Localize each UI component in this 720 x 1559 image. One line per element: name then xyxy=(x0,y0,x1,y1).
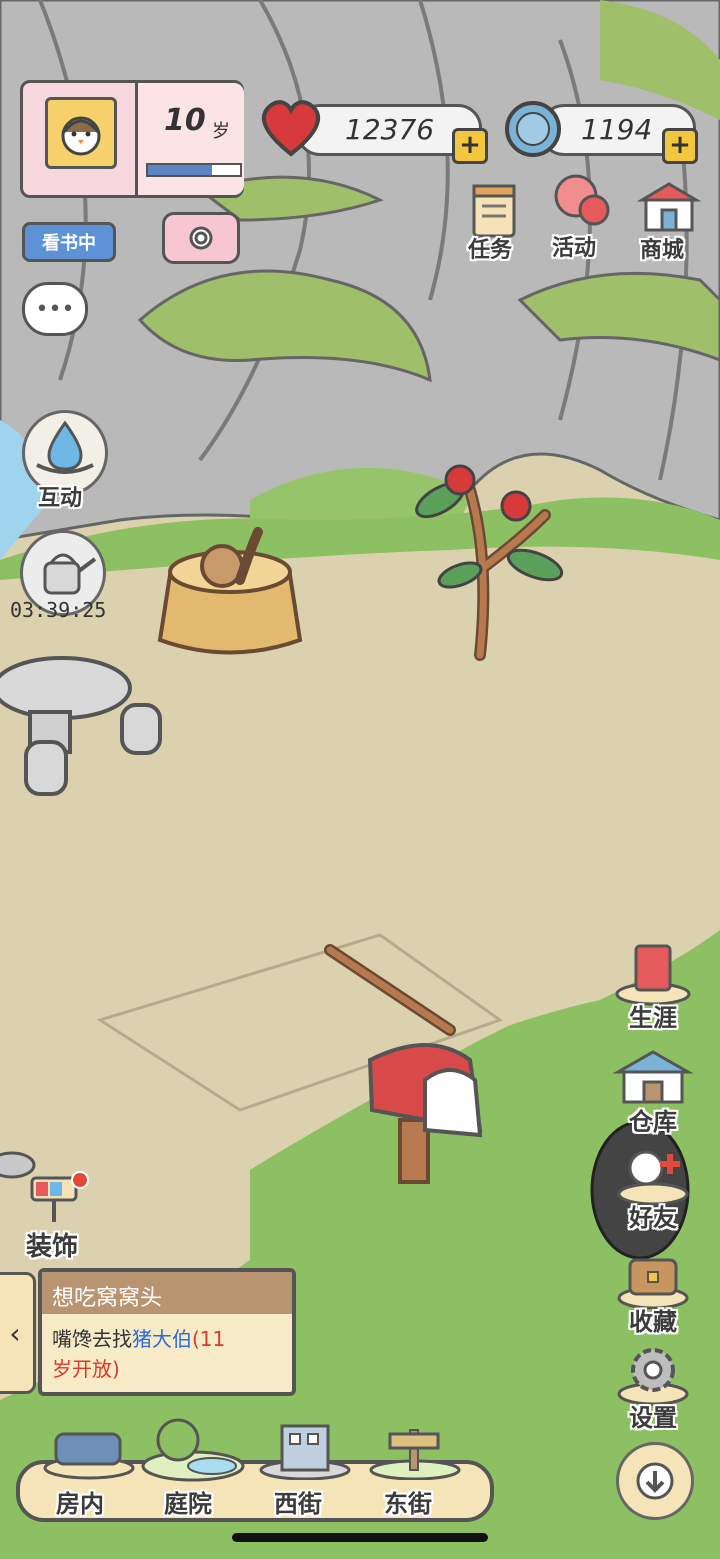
warehouse-label: 仓库 xyxy=(629,1108,677,1136)
signpost-icon xyxy=(369,1429,461,1481)
watering-timer: 03:39:25 xyxy=(10,598,107,622)
friends-label: 好友 xyxy=(629,1204,677,1232)
friends-button[interactable]: 好友 xyxy=(608,1140,698,1236)
event-label: 活动 xyxy=(552,236,597,261)
quest-text-prefix: 嘴馋去找 xyxy=(52,1327,132,1351)
task-label: 任务 xyxy=(468,238,513,263)
career-label: 生涯 xyxy=(629,1004,677,1032)
yard-icon xyxy=(141,1418,245,1482)
interact-label: 互动 xyxy=(38,486,83,511)
chevron-left-icon: ‹ xyxy=(9,1316,21,1350)
add-hearts-symbol: + xyxy=(459,130,481,160)
building-icon xyxy=(259,1424,351,1481)
collection-label: 收藏 xyxy=(629,1308,677,1336)
profile-card[interactable]: 10 岁 xyxy=(20,80,244,198)
age-value: 10 xyxy=(164,103,206,138)
event-button[interactable]: 活动 xyxy=(546,170,616,266)
camera-icon xyxy=(189,226,213,250)
warehouse-icon xyxy=(612,1050,694,1104)
treasure-chest-icon xyxy=(617,1258,689,1310)
add-friend-icon xyxy=(617,1150,689,1206)
quest-collapse-tab[interactable]: ‹ xyxy=(0,1272,36,1394)
quest-description: 嘴馋去找猪大伯(11 岁开放) xyxy=(52,1324,288,1384)
shop-button[interactable]: 商城 xyxy=(634,176,704,266)
age-unit: 岁 xyxy=(212,121,230,142)
collection-button[interactable]: 收藏 xyxy=(608,1244,698,1340)
gear-icon xyxy=(617,1348,689,1406)
shop-icon xyxy=(636,182,702,232)
nav-east-street-button[interactable]: 东街 xyxy=(360,1420,470,1518)
heart-icon xyxy=(261,100,321,157)
decorate-label: 装饰 xyxy=(26,1232,79,1262)
nav-yard-button[interactable]: 庭院 xyxy=(138,1412,248,1518)
camera-button[interactable] xyxy=(162,212,240,264)
status-text: 看书中 xyxy=(42,233,96,254)
chat-button[interactable]: ••• xyxy=(22,282,88,336)
warehouse-button[interactable]: 仓库 xyxy=(608,1044,698,1140)
age-panel: 10 岁 xyxy=(135,83,244,195)
career-book-icon xyxy=(615,944,691,1006)
collapse-menu-button[interactable] xyxy=(616,1442,694,1520)
paint-roller-icon xyxy=(30,1171,89,1222)
balloon-icon xyxy=(554,174,610,226)
arrow-down-icon xyxy=(636,1462,674,1500)
penguin-avatar xyxy=(45,97,117,169)
settings-label: 设置 xyxy=(629,1404,677,1432)
nav-west-street-button[interactable]: 西街 xyxy=(250,1420,360,1518)
home-indicator[interactable] xyxy=(232,1533,488,1542)
nav-west-street-label: 西街 xyxy=(274,1490,322,1518)
add-clovers-symbol: + xyxy=(669,130,691,160)
nav-yard-label: 庭院 xyxy=(164,1490,212,1518)
quest-title: 想吃窝窝头 xyxy=(52,1286,163,1311)
quest-npc-name: 猪大伯 xyxy=(132,1327,192,1351)
heart-count: 12376 xyxy=(345,113,435,146)
add-hearts-button[interactable]: + xyxy=(452,128,488,164)
age-progress-bar xyxy=(146,163,242,177)
penguin-icon xyxy=(61,116,101,156)
clover-coin-icon xyxy=(505,101,561,157)
settings-button[interactable]: 设置 xyxy=(608,1340,698,1436)
task-button[interactable]: 任务 xyxy=(462,180,526,266)
add-clovers-button[interactable]: + xyxy=(662,128,698,164)
chat-bubble-icon: ••• xyxy=(35,296,75,322)
quest-card[interactable]: 想吃窝窝头 嘴馋去找猪大伯(11 岁开放) xyxy=(38,1268,296,1396)
nav-room-button[interactable]: 房内 xyxy=(34,1420,144,1518)
age-progress-fill xyxy=(148,165,213,175)
reading-status-badge: 看书中 xyxy=(22,222,116,262)
shop-label: 商城 xyxy=(640,238,685,263)
career-button[interactable]: 生涯 xyxy=(608,940,698,1036)
clover-count: 1194 xyxy=(581,113,653,146)
nav-east-street-label: 东街 xyxy=(384,1490,432,1518)
nav-room-label: 房内 xyxy=(56,1490,104,1518)
quest-unlock-open: (11 xyxy=(192,1327,226,1351)
quest-unlock-note: 岁开放) xyxy=(52,1357,120,1381)
task-notepad-icon xyxy=(472,184,516,238)
bed-icon xyxy=(43,1432,135,1480)
decorate-button[interactable]: 装饰 xyxy=(22,1170,98,1262)
